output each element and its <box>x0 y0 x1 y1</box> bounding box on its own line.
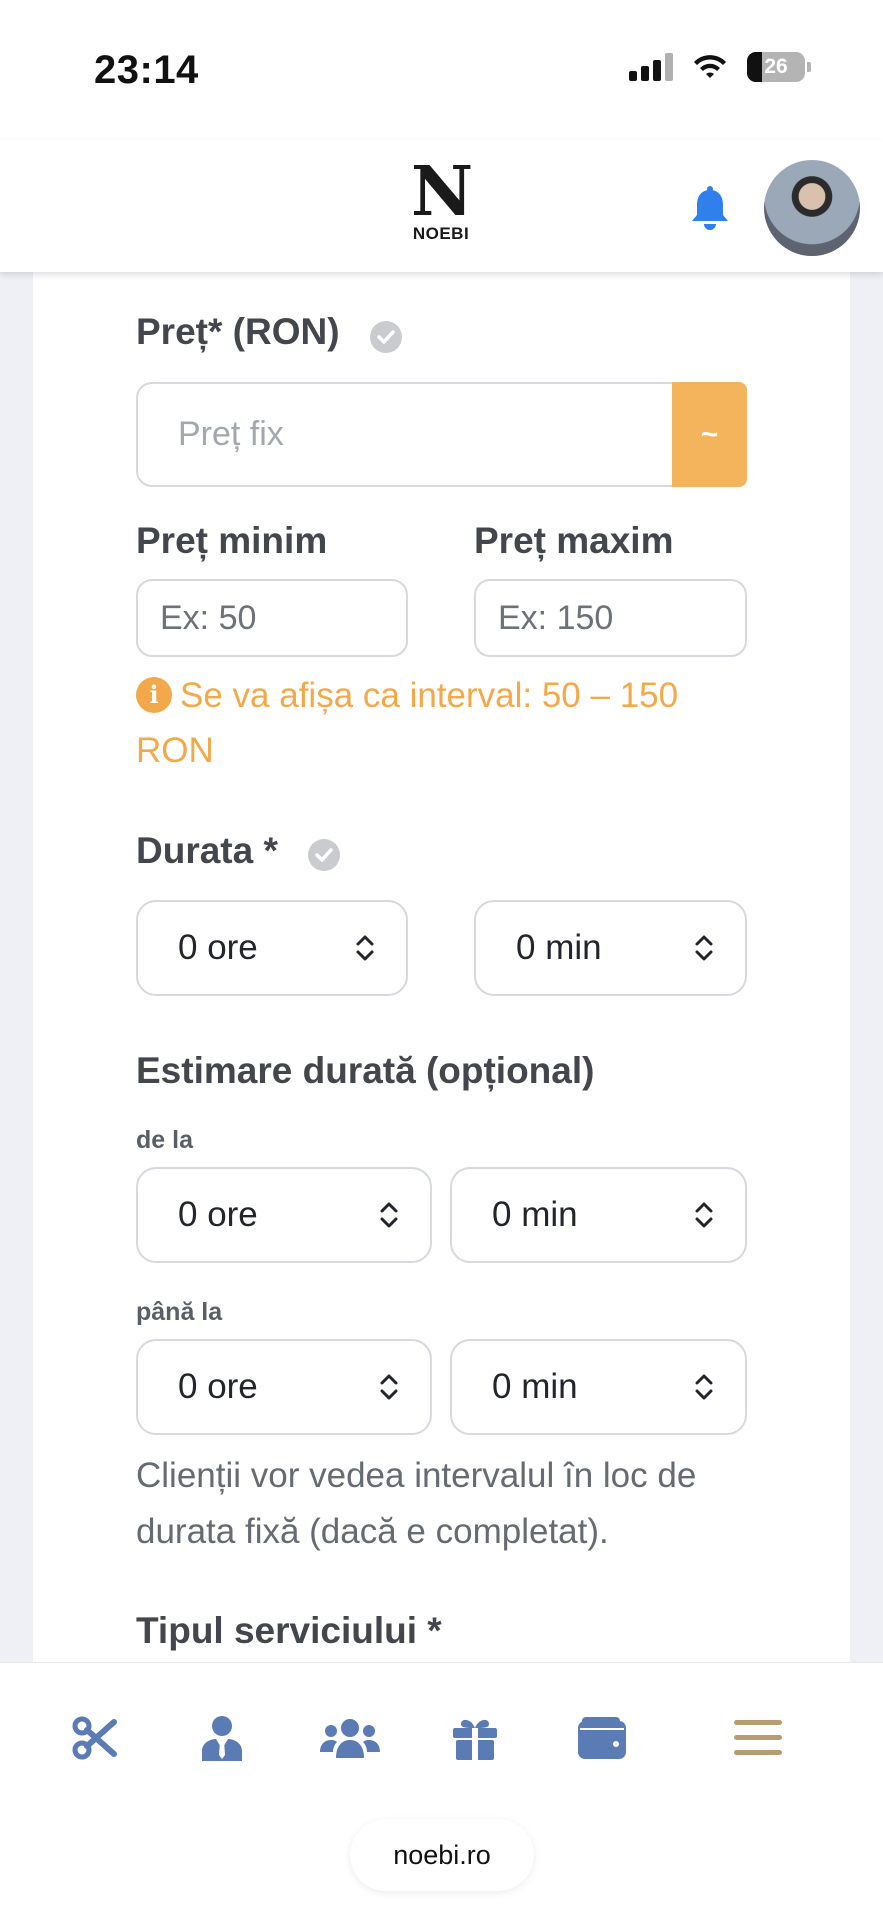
min-price-input[interactable]: Ex: 50 <box>136 579 408 657</box>
noebi-logo[interactable]: N NOEBI <box>411 152 474 244</box>
nav-services[interactable] <box>65 1708 125 1768</box>
from-label: de la <box>136 1126 193 1154</box>
estimate-duration-label: Estimare durată (opțional) <box>136 1050 595 1091</box>
max-price-input[interactable]: Ex: 150 <box>474 579 747 657</box>
from-hours-select[interactable]: 0 ore <box>136 1167 432 1263</box>
gift-icon <box>453 1719 497 1760</box>
fixed-price-input[interactable]: Preț fix <box>136 382 674 487</box>
chevron-up-down-icon <box>356 935 374 961</box>
duration-minutes-select[interactable]: 0 min <box>474 900 747 996</box>
price-range-toggle-button[interactable]: ~ <box>672 382 747 487</box>
chevron-up-down-icon <box>380 1374 398 1400</box>
chevron-up-down-icon <box>695 1374 713 1400</box>
wallet-icon <box>578 1717 626 1759</box>
fixed-price-placeholder: Preț fix <box>178 415 284 453</box>
user-avatar[interactable] <box>764 160 860 256</box>
duration-label: Durata * <box>136 830 278 871</box>
bell-icon[interactable] <box>690 185 730 231</box>
bottom-nav: noebi.ro <box>0 1662 883 1920</box>
max-price-placeholder: Ex: 150 <box>498 598 614 637</box>
scissors-icon <box>72 1716 117 1760</box>
to-label: până la <box>136 1298 223 1326</box>
nav-gifts[interactable] <box>445 1708 505 1768</box>
url-text: noebi.ro <box>393 1839 491 1870</box>
nav-wallet[interactable] <box>572 1708 632 1768</box>
users-icon <box>320 1719 380 1758</box>
from-minutes-value: 0 min <box>492 1195 578 1234</box>
signal-icon <box>629 53 673 81</box>
to-hours-select[interactable]: 0 ore <box>136 1339 432 1435</box>
from-minutes-select[interactable]: 0 min <box>450 1167 747 1263</box>
max-price-label: Preț maxim <box>474 520 674 561</box>
app-header: N NOEBI <box>0 140 883 272</box>
to-minutes-select[interactable]: 0 min <box>450 1339 747 1435</box>
chevron-up-down-icon <box>695 935 713 961</box>
status-time: 23:14 <box>94 48 199 92</box>
wifi-icon <box>694 55 726 78</box>
chevron-up-down-icon <box>380 1202 398 1228</box>
nav-staff[interactable] <box>192 1708 252 1768</box>
nav-menu[interactable] <box>728 1708 788 1768</box>
info-icon: i <box>136 677 172 713</box>
min-price-label: Preț minim <box>136 520 328 561</box>
logo-text: NOEBI <box>412 224 470 243</box>
to-minutes-value: 0 min <box>492 1367 578 1406</box>
min-price-placeholder: Ex: 50 <box>160 598 257 637</box>
battery-level: 26 <box>764 55 788 78</box>
user-tie-icon <box>202 1716 242 1761</box>
chevron-up-down-icon <box>695 1202 713 1228</box>
nav-clients[interactable] <box>318 1708 382 1768</box>
estimate-note: Clienții vor vedea intervalul în loc de … <box>136 1456 697 1551</box>
from-hours-value: 0 ore <box>178 1195 258 1234</box>
status-icons: 26 <box>629 52 811 82</box>
menu-icon <box>734 1720 782 1755</box>
check-circle-icon <box>308 839 340 871</box>
interval-hint: i Se va afișa ca interval: 50 – 150 RON <box>136 668 736 778</box>
check-circle-icon <box>370 321 402 353</box>
interval-hint-text: Se va afișa ca interval: 50 – 150 RON <box>136 676 679 770</box>
status-bar: 23:14 26 <box>0 0 883 140</box>
duration-hours-value: 0 ore <box>178 928 258 967</box>
to-hours-value: 0 ore <box>178 1367 258 1406</box>
battery-icon: 26 <box>747 52 811 82</box>
browser-url-pill[interactable]: noebi.ro <box>350 1819 534 1891</box>
logo-mark: N <box>411 152 474 232</box>
service-type-label: Tipul serviciului * <box>136 1610 442 1651</box>
price-label: Preț* (RON) <box>136 311 340 352</box>
duration-hours-select[interactable]: 0 ore <box>136 900 408 996</box>
duration-minutes-value: 0 min <box>516 928 602 967</box>
